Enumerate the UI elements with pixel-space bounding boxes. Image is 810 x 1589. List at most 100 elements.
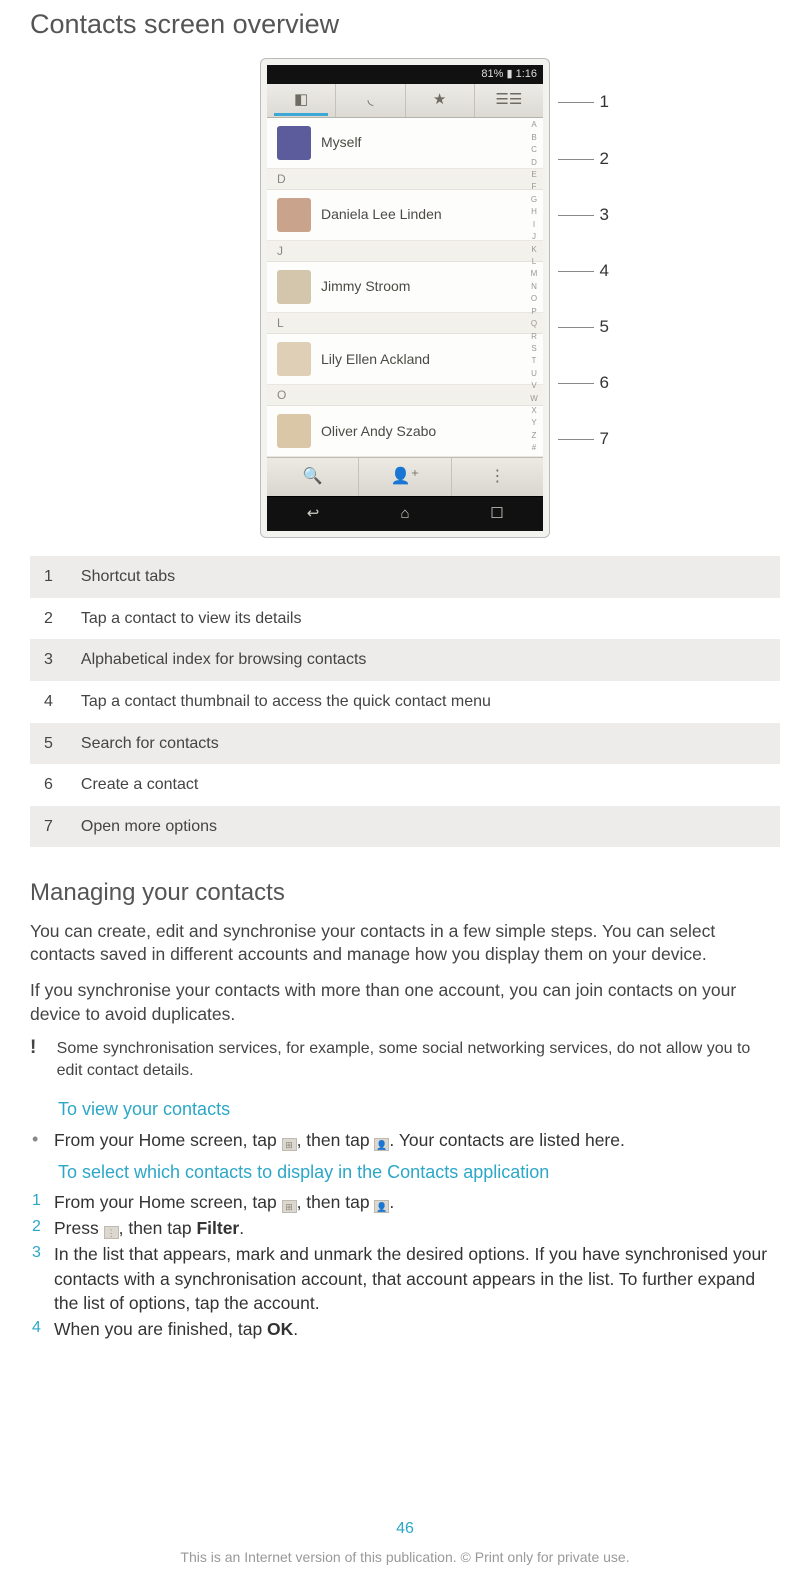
alpha-letter[interactable]: L: [527, 257, 541, 268]
legend-number: 2: [30, 598, 67, 640]
alpha-letter[interactable]: I: [527, 220, 541, 231]
section-header: L: [267, 313, 543, 334]
legend-number: 6: [30, 764, 67, 806]
alpha-letter[interactable]: U: [527, 369, 541, 380]
step: 2 Press ⋮, then tap Filter.: [58, 1216, 780, 1240]
nav-home[interactable]: ⌂: [359, 497, 451, 531]
alpha-letter[interactable]: G: [527, 195, 541, 206]
step-number: 2: [32, 1216, 54, 1238]
callout: 5: [558, 316, 609, 339]
nav-bar: ↩ ⌂ ☐: [267, 496, 543, 531]
legend-row: 6Create a contact: [30, 764, 780, 806]
alpha-letter[interactable]: A: [527, 120, 541, 131]
contact-row[interactable]: Myself: [267, 118, 543, 169]
alpha-letter[interactable]: S: [527, 344, 541, 355]
footer-text: This is an Internet version of this publ…: [180, 1549, 629, 1565]
callout: 3: [558, 204, 609, 227]
callout: 4: [558, 260, 609, 283]
legend-row: 2Tap a contact to view its details: [30, 598, 780, 640]
alpha-letter[interactable]: B: [527, 133, 541, 144]
contact-row[interactable]: Oliver Andy Szabo: [267, 406, 543, 457]
legend-text: Tap a contact thumbnail to access the qu…: [67, 681, 780, 723]
tab-favorites[interactable]: ★: [406, 84, 475, 116]
step-text: Press ⋮, then tap Filter.: [54, 1216, 244, 1240]
step-number: 1: [32, 1190, 54, 1212]
alpha-letter[interactable]: T: [527, 356, 541, 367]
nav-back[interactable]: ↩: [267, 497, 359, 531]
contact-thumbnail[interactable]: [277, 198, 311, 232]
legend-row: 4Tap a contact thumbnail to access the q…: [30, 681, 780, 723]
nav-recent[interactable]: ☐: [451, 497, 543, 531]
alpha-letter[interactable]: V: [527, 381, 541, 392]
add-contact-button[interactable]: 👤⁺: [359, 458, 451, 496]
alpha-letter[interactable]: #: [527, 443, 541, 454]
alpha-letter[interactable]: C: [527, 145, 541, 156]
contact-row[interactable]: Daniela Lee Linden: [267, 190, 543, 241]
more-options-button[interactable]: ⋮: [452, 458, 543, 496]
alpha-letter[interactable]: Q: [527, 319, 541, 330]
step: 4 When you are finished, tap OK.: [58, 1317, 780, 1341]
contact-list: MyselfDDaniela Lee LindenJJimmy StroomLL…: [267, 118, 543, 458]
contact-thumbnail[interactable]: [277, 270, 311, 304]
callout: 1: [558, 91, 609, 114]
legend-row: 3Alphabetical index for browsing contact…: [30, 639, 780, 681]
step-text: When you are finished, tap OK.: [54, 1317, 298, 1341]
bottom-toolbar: 🔍 👤⁺ ⋮: [267, 457, 543, 496]
alpha-letter[interactable]: K: [527, 245, 541, 256]
contacts-icon: 👤: [374, 1200, 389, 1213]
apps-icon: ⊞: [282, 1138, 297, 1151]
alpha-letter[interactable]: O: [527, 294, 541, 305]
alpha-letter[interactable]: R: [527, 332, 541, 343]
section-heading-managing: Managing your contacts: [30, 877, 780, 909]
contact-name: Lily Ellen Ackland: [321, 350, 430, 369]
section-header: O: [267, 385, 543, 406]
alpha-letter[interactable]: N: [527, 282, 541, 293]
contact-thumbnail[interactable]: [277, 342, 311, 376]
alpha-letter[interactable]: W: [527, 394, 541, 405]
legend-text: Create a contact: [67, 764, 780, 806]
tab-groups[interactable]: ☰☰: [475, 84, 543, 116]
callout: 2: [558, 148, 609, 171]
alpha-letter[interactable]: E: [527, 170, 541, 181]
alpha-letter[interactable]: J: [527, 232, 541, 243]
paragraph: You can create, edit and synchronise you…: [30, 920, 780, 967]
warning-icon: !: [30, 1038, 39, 1057]
search-button[interactable]: 🔍: [267, 458, 359, 496]
status-bar: 81% ▮ 1:16: [267, 65, 543, 84]
tab-call[interactable]: ◟: [336, 84, 405, 116]
legend-table: 1Shortcut tabs2Tap a contact to view its…: [30, 556, 780, 847]
contact-name: Myself: [321, 133, 361, 152]
contact-row[interactable]: Lily Ellen Ackland: [267, 334, 543, 385]
menu-icon: ⋮: [104, 1226, 119, 1239]
alpha-index[interactable]: ABCDEFGHIJKLMNOPQRSTUVWXYZ#: [527, 118, 541, 458]
alpha-letter[interactable]: H: [527, 207, 541, 218]
contact-thumbnail[interactable]: [277, 126, 311, 160]
shortcut-tabs: ◧ ◟ ★ ☰☰: [267, 84, 543, 117]
alpha-letter[interactable]: X: [527, 406, 541, 417]
contact-name: Daniela Lee Linden: [321, 205, 442, 224]
contact-row[interactable]: Jimmy Stroom: [267, 262, 543, 313]
contact-name: Jimmy Stroom: [321, 277, 410, 296]
step-number: 4: [32, 1317, 54, 1339]
alpha-letter[interactable]: Z: [527, 431, 541, 442]
page-title: Contacts screen overview: [30, 6, 780, 42]
contact-thumbnail[interactable]: [277, 414, 311, 448]
step: 3 In the list that appears, mark and unm…: [58, 1242, 780, 1314]
alpha-letter[interactable]: M: [527, 269, 541, 280]
callout: 7: [558, 428, 609, 451]
section-header: J: [267, 241, 543, 262]
contacts-figure: 81% ▮ 1:16 ◧ ◟ ★ ☰☰ Myself D Daniela Lee L…: [30, 58, 780, 538]
legend-text: Open more options: [67, 806, 780, 848]
legend-row: 5Search for contacts: [30, 723, 780, 765]
apps-icon: ⊞: [282, 1200, 297, 1213]
note: ! Some synchronisation services, for exa…: [58, 1038, 780, 1081]
bullet-icon: •: [32, 1128, 54, 1151]
alpha-letter[interactable]: Y: [527, 418, 541, 429]
alpha-letter[interactable]: F: [527, 182, 541, 193]
alpha-letter[interactable]: P: [527, 307, 541, 318]
contact-name: Oliver Andy Szabo: [321, 422, 436, 441]
alpha-letter[interactable]: D: [527, 158, 541, 169]
tab-contacts[interactable]: ◧: [267, 84, 336, 116]
legend-number: 1: [30, 556, 67, 598]
legend-number: 4: [30, 681, 67, 723]
